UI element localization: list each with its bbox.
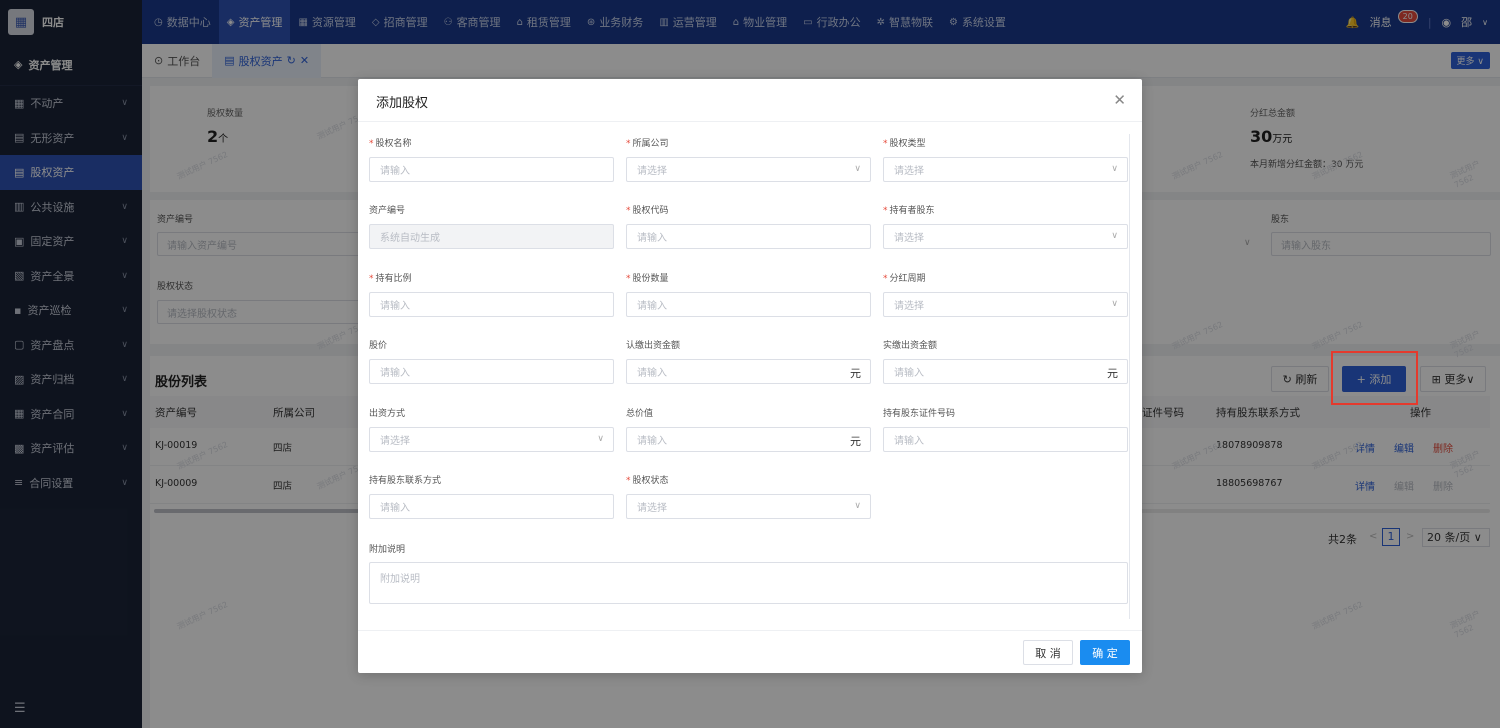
currency-suffix: 元 [1107, 367, 1118, 381]
required-mark: * [626, 206, 631, 217]
type-label: * 股权类型 [883, 136, 926, 149]
required-mark: * [883, 206, 888, 217]
name-label: * 股权名称 [369, 136, 412, 149]
code-label: * 股权代码 [626, 203, 669, 216]
subscribed-label: 认缴出资金额 [626, 338, 680, 351]
company-placeholder: 请选择 [637, 166, 667, 177]
ratio-label-text: 持有比例 [375, 273, 412, 284]
shares-label: * 股份数量 [626, 271, 669, 284]
asset_no-input: 系统自动生成 [369, 224, 614, 250]
price-input[interactable]: 请输入 [369, 359, 614, 385]
cert-label: 持有股东证件号码 [883, 406, 955, 419]
cert-placeholder: 请输入 [894, 435, 924, 447]
status-label: * 股权状态 [626, 473, 669, 486]
subscribed-input[interactable]: 请输入 元 [626, 359, 871, 385]
modal-header: 添加股权 ✕ [358, 79, 1142, 122]
chevron-down-icon: ∨ [854, 501, 861, 511]
paid-label-text: 实缴出资金额 [883, 341, 938, 352]
holder-label-text: 持有者股东 [889, 206, 935, 217]
holder-placeholder: 请选择 [894, 233, 924, 245]
cert-input[interactable]: 请输入 [883, 426, 1128, 452]
ratio-label: * 持有比例 [369, 271, 412, 284]
chevron-down-icon: ∨ [1111, 298, 1118, 309]
note-textarea[interactable]: 附加说明 [369, 562, 1128, 604]
add-equity-modal: 添加股权 ✕ * 股权名称 请输入 * 所属公司 请选择 ∨ * 股权类型 请选择 ∨ 资产编号 系统自… [358, 79, 1142, 673]
cycle-placeholder: 请选择 [894, 300, 924, 312]
modal-scrollbar[interactable] [1129, 134, 1130, 619]
paid-label: 实缴出资金额 [883, 338, 937, 351]
currency-suffix: 元 [850, 434, 861, 448]
cycle-select[interactable]: 请选择 ∨ [883, 291, 1128, 317]
cycle-label-text: 分红周期 [889, 273, 926, 284]
contact-label: 持有股东联系方式 [369, 473, 441, 486]
close-icon[interactable]: ✕ [1113, 91, 1126, 109]
total-label: 总价值 [626, 406, 653, 419]
currency-suffix: 元 [850, 367, 861, 381]
total-label-text: 总价值 [626, 408, 654, 419]
chevron-down-icon: ∨ [854, 164, 861, 174]
name-label-text: 股权名称 [375, 139, 412, 149]
contact-placeholder: 请输入 [380, 503, 410, 514]
required-mark: * [626, 139, 631, 149]
required-mark: * [883, 273, 888, 284]
cycle-label: * 分红周期 [883, 271, 926, 284]
shares-placeholder: 请输入 [637, 300, 667, 312]
subscribed-label-text: 认缴出资金额 [626, 341, 681, 352]
chevron-down-icon: ∨ [1111, 164, 1118, 174]
required-mark: * [626, 476, 631, 486]
chevron-down-icon: ∨ [1111, 231, 1118, 242]
method-label-text: 出资方式 [369, 408, 406, 419]
shares-label-text: 股份数量 [632, 273, 669, 284]
required-mark: * [369, 273, 374, 284]
type-placeholder: 请选择 [894, 166, 924, 177]
ratio-input[interactable]: 请输入 [369, 291, 614, 317]
status-select[interactable]: 请选择 ∨ [626, 494, 871, 519]
contact-input[interactable]: 请输入 [369, 494, 614, 519]
method-label: 出资方式 [369, 406, 405, 419]
type-label-text: 股权类型 [889, 139, 926, 149]
holder-label: * 持有者股东 [883, 203, 935, 216]
required-mark: * [369, 139, 374, 149]
cancel-button[interactable]: 取 消 [1023, 640, 1073, 665]
status-label-text: 股权状态 [632, 476, 669, 486]
required-mark: * [883, 139, 888, 149]
code-label-text: 股权代码 [632, 206, 669, 217]
status-placeholder: 请选择 [637, 503, 667, 514]
required-mark: * [626, 273, 631, 284]
confirm-button[interactable]: 确 定 [1080, 640, 1130, 665]
chevron-down-icon: ∨ [597, 433, 604, 444]
method-placeholder: 请选择 [380, 435, 410, 447]
company-label: * 所属公司 [626, 136, 669, 149]
asset_no-placeholder: 系统自动生成 [380, 233, 440, 245]
shares-input[interactable]: 请输入 [626, 291, 871, 317]
highlight-add-button [1331, 351, 1418, 405]
company-select[interactable]: 请选择 ∨ [626, 157, 871, 182]
asset_no-label: 资产编号 [369, 203, 405, 216]
type-select[interactable]: 请选择 ∨ [883, 157, 1128, 182]
price-label-text: 股价 [369, 341, 388, 352]
total-placeholder: 请输入 [637, 435, 667, 447]
total-input[interactable]: 请输入 元 [626, 426, 871, 452]
code-input[interactable]: 请输入 [626, 224, 871, 250]
subscribed-placeholder: 请输入 [637, 368, 667, 380]
modal-title: 添加股权 [376, 96, 429, 111]
method-select[interactable]: 请选择 ∨ [369, 426, 614, 452]
company-label-text: 所属公司 [632, 139, 669, 149]
asset_no-label-text: 资产编号 [369, 206, 406, 217]
code-placeholder: 请输入 [637, 233, 667, 245]
paid-input[interactable]: 请输入 元 [883, 359, 1128, 385]
holder-select[interactable]: 请选择 ∨ [883, 224, 1128, 250]
paid-placeholder: 请输入 [894, 368, 924, 380]
note-label: 附加说明 [369, 545, 406, 555]
price-label: 股价 [369, 338, 387, 351]
price-placeholder: 请输入 [380, 368, 410, 380]
contact-label-text: 持有股东联系方式 [369, 476, 442, 486]
cert-label-text: 持有股东证件号码 [883, 408, 956, 419]
name-placeholder: 请输入 [380, 166, 410, 177]
name-input[interactable]: 请输入 [369, 157, 614, 182]
modal-footer-divider [358, 630, 1142, 631]
ratio-placeholder: 请输入 [380, 300, 410, 312]
